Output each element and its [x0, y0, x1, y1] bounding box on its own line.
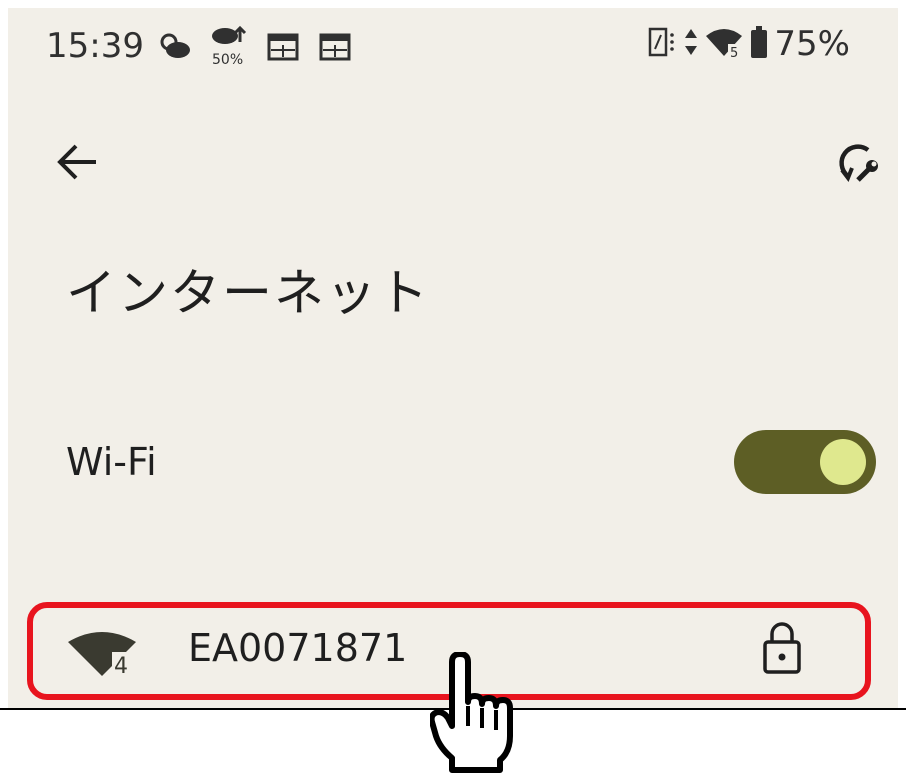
- toggle-knob: [820, 439, 866, 485]
- network-ssid: EA0071871: [188, 626, 408, 670]
- status-bar: 15:39 50% 5 75%: [8, 8, 898, 84]
- rain-chance-icon: 50%: [210, 24, 248, 72]
- lock-icon: [760, 618, 804, 676]
- weather-cloudy-icon: [158, 31, 192, 65]
- wifi-generation-badge: 4: [114, 654, 128, 676]
- precip-percent-text: 50%: [212, 52, 243, 68]
- wifi-toggle-switch[interactable]: [734, 430, 876, 494]
- refresh-wrench-icon: [839, 144, 878, 183]
- vibrate-icon: [646, 25, 678, 63]
- status-time: 15:39: [46, 26, 144, 66]
- top-app-bar: [8, 118, 898, 198]
- wifi-signal-icon: 4: [66, 628, 136, 679]
- phone-screen: 15:39 50% 5 75% インターネット Wi-Fi 4 EA007187…: [8, 8, 898, 708]
- battery-icon: [750, 25, 768, 63]
- arrow-left-icon: [57, 144, 96, 180]
- wifi-toggle-row[interactable]: Wi-Fi: [8, 418, 898, 508]
- battery-percent: 75%: [774, 24, 850, 64]
- status-right-icons: 5 75%: [646, 24, 850, 64]
- wifi-badge-text: 5: [730, 46, 738, 58]
- back-button[interactable]: [52, 136, 104, 188]
- wifi-label: Wi-Fi: [66, 440, 157, 484]
- data-arrows-icon: [684, 27, 698, 61]
- refresh-wrench-button[interactable]: [828, 134, 884, 190]
- wifi-icon: 5: [704, 26, 744, 62]
- network-list-item[interactable]: 4 EA0071871: [8, 606, 898, 702]
- status-left-icons: 50%: [158, 24, 352, 72]
- divider-line: [0, 708, 906, 710]
- page-title: インターネット: [66, 264, 430, 322]
- calendar-icon: [266, 31, 300, 65]
- calendar-icon: [318, 31, 352, 65]
